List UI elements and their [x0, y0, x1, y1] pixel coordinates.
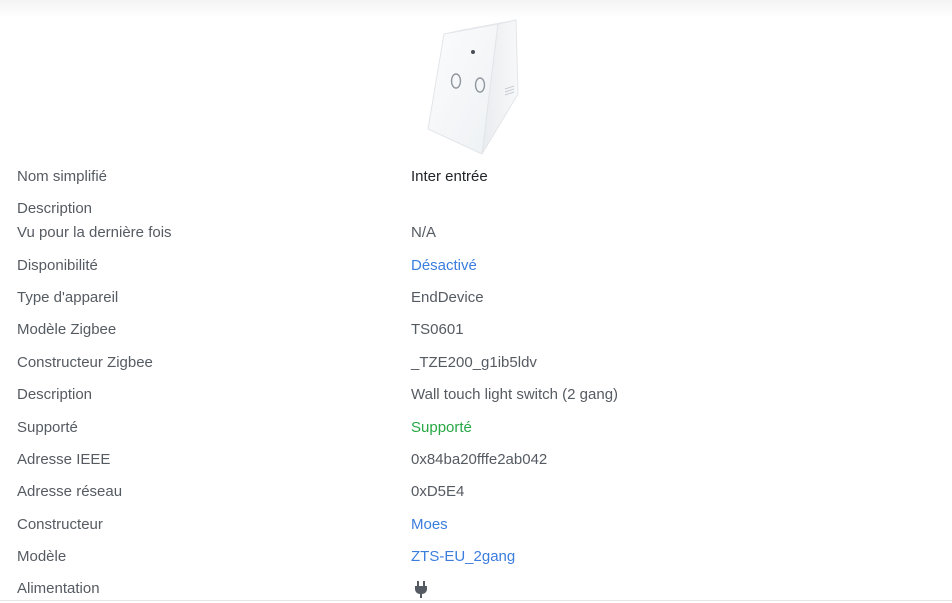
property-value: TS0601 — [411, 321, 464, 338]
property-label: Alimentation — [17, 580, 100, 597]
property-label: Constructeur Zigbee — [17, 354, 153, 371]
property-row-friendly-name: Nom simplifié Inter entrée — [0, 168, 952, 190]
property-label: Modèle Zigbee — [17, 321, 117, 338]
property-row-manufacturer: Constructeur Moes — [0, 516, 952, 538]
property-row-last-seen: Vu pour la dernière fois N/A — [0, 224, 952, 246]
property-value: 0xD5E4 — [411, 483, 465, 500]
property-row-device-type: Type d'appareil EndDevice — [0, 289, 952, 311]
availability-link[interactable]: Désactivé — [411, 257, 477, 274]
property-row-model: Modèle ZTS-EU_2gang — [0, 548, 952, 570]
property-label: Type d'appareil — [17, 289, 119, 306]
property-label: Description — [17, 386, 93, 403]
plug-icon — [414, 581, 428, 599]
property-row-power-source: Alimentation — [0, 580, 952, 602]
property-value: Inter entrée — [411, 168, 488, 185]
property-row-zigbee-manufacturer: Constructeur Zigbee _TZE200_g1ib5ldv — [0, 354, 952, 376]
property-row-supported: Supporté Supporté — [0, 419, 952, 441]
property-label: Adresse réseau — [17, 483, 123, 500]
property-label: Supporté — [17, 419, 78, 436]
model-link[interactable]: ZTS-EU_2gang — [411, 548, 515, 565]
property-label: Description — [17, 200, 93, 217]
property-label: Modèle — [17, 548, 67, 565]
property-label: Nom simplifié — [17, 168, 108, 185]
property-label: Constructeur — [17, 516, 103, 533]
device-image — [420, 14, 530, 159]
property-row-network-address: Adresse réseau 0xD5E4 — [0, 483, 952, 505]
property-label: Adresse IEEE — [17, 451, 111, 468]
property-label: Vu pour la dernière fois — [17, 224, 172, 241]
property-value: 0x84ba20fffe2ab042 — [411, 451, 548, 468]
property-value: EndDevice — [411, 289, 484, 306]
property-row-availability: Disponibilité Désactivé — [0, 257, 952, 279]
property-row-description-user: Description — [0, 200, 952, 222]
property-row-description: Description Wall touch light switch (2 g… — [0, 386, 952, 408]
property-value: Wall touch light switch (2 gang) — [411, 386, 619, 403]
manufacturer-link[interactable]: Moes — [411, 516, 448, 533]
property-value: N/A — [411, 224, 437, 241]
property-row-ieee-address: Adresse IEEE 0x84ba20fffe2ab042 — [0, 451, 952, 473]
property-label: Disponibilité — [17, 257, 98, 274]
supported-status: Supporté — [411, 419, 472, 436]
property-value: _TZE200_g1ib5ldv — [411, 354, 537, 371]
property-row-zigbee-model: Modèle Zigbee TS0601 — [0, 321, 952, 343]
